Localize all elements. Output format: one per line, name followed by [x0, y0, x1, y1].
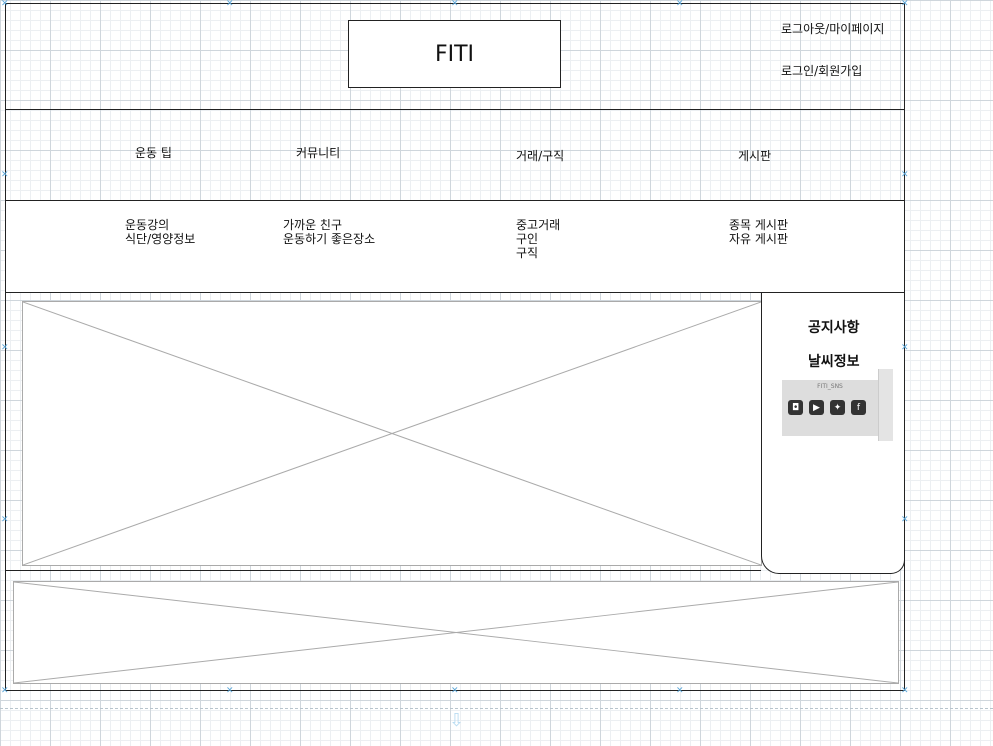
- resize-handle[interactable]: ✕: [901, 171, 909, 180]
- header-divider: [5, 109, 905, 110]
- resize-handle[interactable]: ✕: [1, 344, 9, 353]
- resize-handle[interactable]: ✕: [451, 687, 459, 696]
- nav-item-community[interactable]: 커뮤니티: [296, 146, 340, 160]
- submenu-job-seeking[interactable]: 구직: [516, 246, 538, 260]
- notice-link[interactable]: 공지사항: [808, 317, 860, 337]
- resize-handle[interactable]: ✕: [1, 171, 9, 180]
- site-logo[interactable]: FITI: [348, 20, 561, 88]
- submenu-nearby-friends[interactable]: 가까운 친구: [283, 218, 342, 232]
- submenu-used-trade[interactable]: 중고거래: [516, 218, 560, 232]
- submenu-exercise-places[interactable]: 운동하기 좋은장소: [283, 232, 375, 246]
- resize-handle[interactable]: ✕: [1, 687, 9, 696]
- resize-handle[interactable]: ✕: [901, 687, 909, 696]
- resize-handle[interactable]: ✕: [226, 687, 234, 696]
- twitter-icon[interactable]: ✦: [830, 400, 845, 415]
- content-divider: [5, 570, 761, 571]
- resize-handle[interactable]: ✕: [451, 0, 459, 9]
- submenu-exercise-lecture[interactable]: 운동강의: [125, 218, 169, 232]
- submenu-hiring[interactable]: 구인: [516, 232, 538, 246]
- weather-info[interactable]: 날씨정보: [808, 351, 860, 371]
- bottom-banner-placeholder: [13, 581, 899, 684]
- sns-widget-shadow: [878, 369, 893, 441]
- instagram-icon[interactable]: ◘: [788, 400, 803, 415]
- logout-mypage-link[interactable]: 로그아웃/마이페이지: [781, 22, 884, 36]
- resize-handle[interactable]: ✕: [226, 0, 234, 9]
- canvas-page-boundary: [0, 708, 993, 709]
- resize-handle[interactable]: ✕: [901, 516, 909, 525]
- submenu-panel: [5, 200, 905, 293]
- resize-handle[interactable]: ✕: [1, 516, 9, 525]
- nav-item-exercise-tips[interactable]: 운동 팁: [135, 146, 172, 160]
- main-banner-placeholder: [22, 301, 762, 566]
- submenu-free-board[interactable]: 자유 게시판: [729, 232, 788, 246]
- resize-handle[interactable]: ✕: [901, 0, 909, 9]
- submenu-sport-board[interactable]: 종목 게시판: [729, 218, 788, 232]
- resize-handle[interactable]: ✕: [1, 0, 9, 9]
- placeholder-cross-icon: [14, 582, 898, 683]
- facebook-icon[interactable]: f: [851, 400, 866, 415]
- sns-widget: FITI_SNS ◘ ▶ ✦ f: [782, 380, 878, 436]
- sns-label: FITI_SNS: [817, 383, 843, 390]
- resize-handle[interactable]: ✕: [901, 344, 909, 353]
- resize-handle[interactable]: ✕: [676, 0, 684, 9]
- site-logo-text: FITI: [434, 41, 475, 67]
- login-signup-link[interactable]: 로그인/회원가입: [781, 64, 862, 78]
- placeholder-cross-icon: [23, 302, 761, 565]
- submenu-diet-nutrition[interactable]: 식단/영양정보: [125, 232, 195, 246]
- nav-item-trade-jobs[interactable]: 거래/구직: [516, 149, 564, 163]
- nav-item-board[interactable]: 게시판: [738, 149, 771, 163]
- resize-handle[interactable]: ✕: [676, 687, 684, 696]
- youtube-icon[interactable]: ▶: [809, 400, 824, 415]
- page-break-arrow: ⇩: [449, 710, 465, 731]
